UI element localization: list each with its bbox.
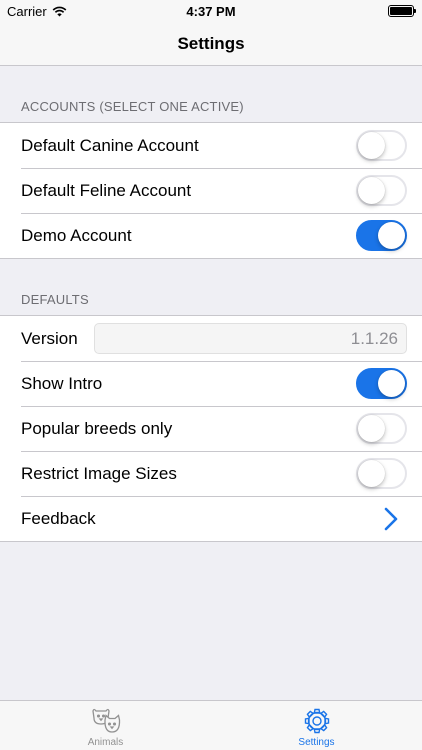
row-label: Restrict Image Sizes [21, 463, 177, 483]
row-feedback[interactable]: Feedback [0, 496, 422, 541]
toggle-knob [358, 177, 385, 204]
toggle-knob [378, 222, 405, 249]
status-bar: Carrier 4:37 PM [0, 0, 422, 22]
gear-icon [304, 708, 329, 734]
row-label: Version [21, 328, 78, 348]
row-demo-account: Demo Account [0, 213, 422, 258]
toggle-demo-account[interactable] [356, 220, 407, 251]
toggle-show-intro[interactable] [356, 368, 407, 399]
chevron-right-icon [384, 507, 398, 530]
carrier-label: Carrier [7, 3, 47, 19]
row-restrict-image-sizes: Restrict Image Sizes [0, 451, 422, 496]
navigation-bar: Settings [0, 22, 422, 66]
settings-content: ACCOUNTS (SELECT ONE ACTIVE) Default Can… [0, 66, 422, 542]
version-field: 1.1.26 [94, 323, 407, 354]
tab-label: Settings [298, 737, 335, 748]
toggle-knob [358, 460, 385, 487]
row-version: Version 1.1.26 [0, 316, 422, 361]
row-popular-breeds: Popular breeds only [0, 406, 422, 451]
toggle-knob [378, 370, 405, 397]
row-default-feline-account: Default Feline Account [0, 168, 422, 213]
toggle-default-canine-account[interactable] [356, 130, 407, 161]
row-label: Popular breeds only [21, 418, 173, 438]
tab-settings[interactable]: Settings [211, 701, 422, 750]
row-label: Show Intro [21, 373, 103, 393]
row-label: Demo Account [21, 225, 132, 245]
tab-label: Animals [87, 737, 124, 748]
row-label: Default Canine Account [21, 135, 199, 155]
animals-icon [91, 708, 120, 733]
row-show-intro: Show Intro [0, 361, 422, 406]
row-default-canine-account: Default Canine Account [0, 123, 422, 168]
accounts-group: Default Canine Account Default Feline Ac… [0, 122, 422, 259]
toggle-popular-breeds[interactable] [356, 413, 407, 444]
wifi-icon [52, 6, 67, 16]
status-left: Carrier [7, 4, 67, 19]
toggle-restrict-image-sizes[interactable] [356, 458, 407, 489]
tab-animals[interactable]: Animals [0, 701, 211, 750]
battery-fill [390, 7, 412, 15]
section-header-defaults: DEFAULTS [21, 292, 89, 307]
toggle-knob [358, 415, 385, 442]
page-title: Settings [177, 33, 245, 53]
row-label: Feedback [21, 508, 96, 528]
toggle-default-feline-account[interactable] [356, 175, 407, 206]
section-header-accounts: ACCOUNTS (SELECT ONE ACTIVE) [21, 99, 244, 114]
battery-icon [388, 5, 416, 17]
row-label: Default Feline Account [21, 180, 192, 200]
tab-bar: Animals Settings [0, 700, 422, 750]
defaults-group: Version 1.1.26 Show Intro Popular breeds… [0, 315, 422, 542]
toggle-knob [358, 132, 385, 159]
